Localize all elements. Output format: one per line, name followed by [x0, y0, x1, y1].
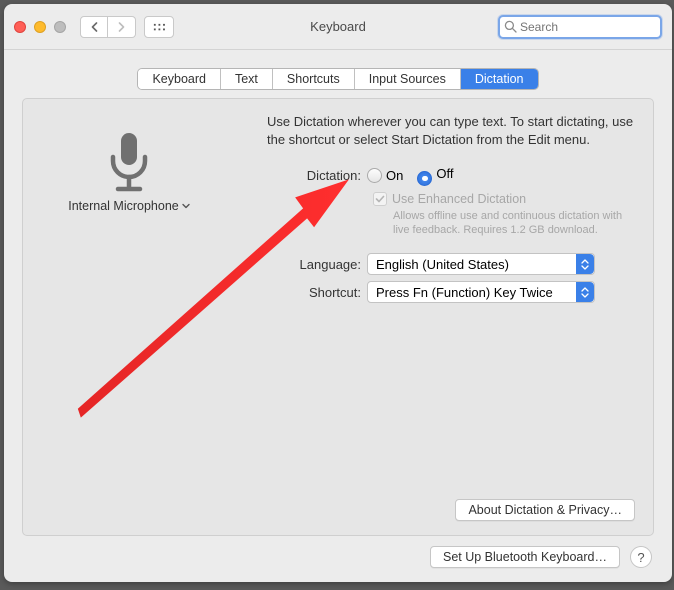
zoom-icon: [54, 21, 66, 33]
tabs: Keyboard Text Shortcuts Input Sources Di…: [137, 68, 538, 90]
chevron-down-icon: [182, 203, 190, 209]
help-button[interactable]: ?: [630, 546, 652, 568]
chevron-right-icon: [117, 22, 126, 32]
tab-text[interactable]: Text: [221, 69, 273, 89]
search-input[interactable]: [517, 19, 656, 35]
check-icon: [375, 194, 385, 204]
shortcut-row: Shortcut: Press Fn (Function) Key Twice: [225, 281, 635, 303]
minimize-icon[interactable]: [34, 21, 46, 33]
content-pane: Internal Microphone Use Dictation wherev…: [22, 98, 654, 536]
bottom-bar: Set Up Bluetooth Keyboard… ?: [4, 546, 672, 582]
search-icon: [504, 20, 517, 33]
settings-column: Use Dictation wherever you can type text…: [225, 113, 635, 309]
back-button[interactable]: [80, 16, 108, 38]
tab-keyboard[interactable]: Keyboard: [138, 69, 221, 89]
microphone-icon: [102, 129, 156, 195]
radio-icon: [417, 171, 432, 186]
search-field[interactable]: [498, 15, 662, 39]
tab-shortcuts[interactable]: Shortcuts: [273, 69, 355, 89]
enhanced-checkbox: [373, 192, 387, 206]
window-controls: [14, 21, 66, 33]
language-value: English (United States): [376, 257, 509, 272]
enhanced-dictation-section: Use Enhanced Dictation Allows offline us…: [373, 192, 635, 238]
dictation-row: Dictation: On Off: [225, 166, 635, 186]
grid-icon: [152, 22, 166, 32]
dictation-on-radio[interactable]: On: [367, 168, 403, 183]
language-row: Language: English (United States): [225, 253, 635, 275]
enhanced-label: Use Enhanced Dictation: [392, 192, 526, 206]
tab-bar: Keyboard Text Shortcuts Input Sources Di…: [4, 68, 672, 90]
mic-source-label: Internal Microphone: [68, 199, 178, 213]
dictation-off-radio[interactable]: Off: [417, 166, 453, 186]
mic-source-select[interactable]: Internal Microphone: [68, 199, 189, 213]
shortcut-select[interactable]: Press Fn (Function) Key Twice: [367, 281, 595, 303]
language-select[interactable]: English (United States): [367, 253, 595, 275]
tab-dictation[interactable]: Dictation: [461, 69, 538, 89]
shortcut-value: Press Fn (Function) Key Twice: [376, 285, 553, 300]
shortcut-label: Shortcut:: [225, 285, 367, 300]
nav-buttons: [80, 16, 136, 38]
radio-icon: [367, 168, 382, 183]
dictation-label: Dictation:: [225, 168, 367, 183]
about-dictation-button[interactable]: About Dictation & Privacy…: [455, 499, 635, 521]
show-all-button[interactable]: [144, 16, 174, 38]
tab-input-sources[interactable]: Input Sources: [355, 69, 461, 89]
select-stepper-icon: [576, 282, 594, 302]
enhanced-subtext: Allows offline use and continuous dictat…: [393, 209, 635, 238]
close-icon[interactable]: [14, 21, 26, 33]
forward-button[interactable]: [108, 16, 136, 38]
select-stepper-icon: [576, 254, 594, 274]
preferences-window: Keyboard Keyboard Text Shortcuts Input S…: [4, 4, 672, 582]
language-label: Language:: [225, 257, 367, 272]
mic-column: Internal Microphone: [41, 113, 217, 309]
titlebar: Keyboard: [4, 4, 672, 50]
bluetooth-keyboard-button[interactable]: Set Up Bluetooth Keyboard…: [430, 546, 620, 568]
chevron-left-icon: [90, 22, 99, 32]
description-text: Use Dictation wherever you can type text…: [225, 113, 635, 148]
